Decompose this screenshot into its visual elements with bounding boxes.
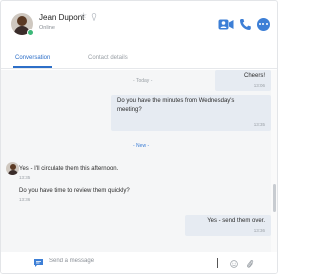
text-caret [217,258,218,268]
date-divider: - Today - [133,78,153,84]
online-status-dot [27,29,34,36]
message-time: 13:06 [253,83,265,88]
message-text: Yes - I'll circulate them this afternoon… [19,166,119,172]
message-time: 13:35 [253,122,265,127]
star-icon[interactable]: ☆ [80,11,87,20]
more-icon [256,17,270,31]
message-bubble-outgoing: Cheers! 13:06 [215,70,271,91]
message-composer [1,252,277,273]
message-time: 13:36 [19,197,31,202]
message-list[interactable]: Cheers! 13:06 - Today - Do you have the … [1,70,271,252]
message-bubble-outgoing: Do you have the minutes from Wednesday's… [111,95,271,131]
video-icon [218,19,234,29]
message-text: Yes - send them over. [207,218,265,224]
paperclip-icon[interactable] [246,259,254,269]
message-time: 13:36 [253,228,265,233]
message-text-line: Do you have the minutes from Wednesday's [117,98,235,104]
contact-name[interactable]: Jean Dupont [39,13,84,22]
video-call-button[interactable] [217,15,235,33]
tab-contact-details[interactable]: Contact details [88,55,128,61]
info-icon[interactable] [91,13,97,21]
chat-window: Jean Dupont ☆ Online Conversation Contac… [0,0,278,274]
contact-status: Online [39,25,55,31]
new-messages-divider: - New - [133,143,150,149]
message-time: 13:35 [19,175,31,180]
message-icon [34,259,43,267]
emoji-icon[interactable] [230,260,238,268]
message-bubble-outgoing: Yes - send them over. 13:36 [185,215,271,236]
message-input[interactable] [49,254,209,268]
message-bubble-incoming: Yes - I'll circulate them this afternoon… [15,165,215,183]
message-bubble-incoming: Do you have time to review them quickly?… [15,187,215,205]
tab-conversation[interactable]: Conversation [12,55,53,68]
message-text-line: meeting? [117,107,142,113]
voice-call-button[interactable] [237,15,253,33]
message-scrollbar[interactable] [271,70,277,252]
more-options-button[interactable] [256,15,270,33]
message-text: Do you have time to review them quickly? [19,188,130,194]
scrollbar-thumb[interactable] [272,184,276,212]
phone-icon [239,18,251,30]
message-text: Cheers! [243,73,265,79]
conversation-tabs: Conversation Contact details [1,51,277,69]
chat-header: Jean Dupont ☆ Online [1,1,277,47]
